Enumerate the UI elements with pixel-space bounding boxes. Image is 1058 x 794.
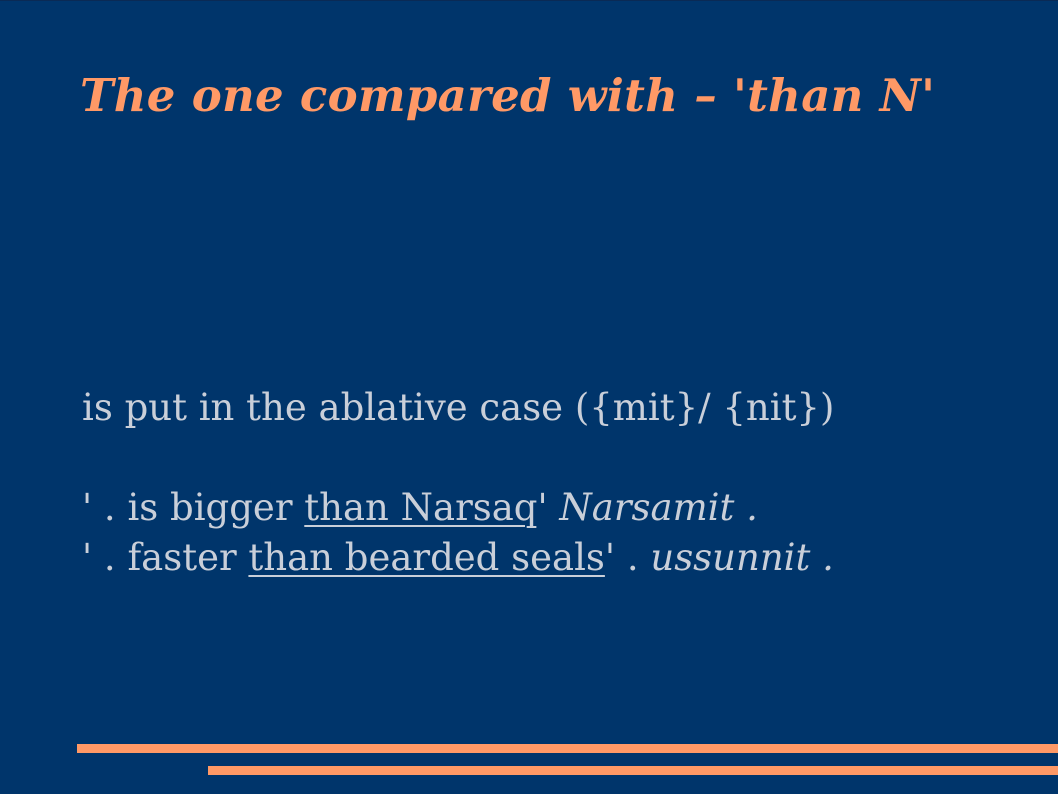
accent-bar-upper [77,744,1058,753]
example-2-italic: ussunnit . [650,536,834,579]
intro-line: is put in the ablative case ({mit}/ {nit… [82,386,835,429]
example-1-underlined: than Narsaq [304,486,538,529]
example-2-underlined: than bearded seals [248,536,605,579]
example-2-prefix: ' . faster [82,536,249,579]
example-line-1: ' . is bigger than Narsaq' Narsamit . [82,483,1042,533]
slide-title: The one compared with – 'than N' [80,69,936,122]
example-1-middle: ' [537,486,560,529]
accent-bar-lower [208,766,1058,775]
example-line-2: ' . faster than bearded seals' . ussunni… [82,533,1042,583]
slide: The one compared with – 'than N' is put … [0,0,1058,794]
example-2-middle: ' . [604,536,651,579]
example-1-prefix: ' . is bigger [82,486,305,529]
example-1-italic: Narsamit . [559,486,758,529]
slide-body: is put in the ablative case ({mit}/ {nit… [82,383,1042,583]
slide-top-edge [0,0,1058,1]
